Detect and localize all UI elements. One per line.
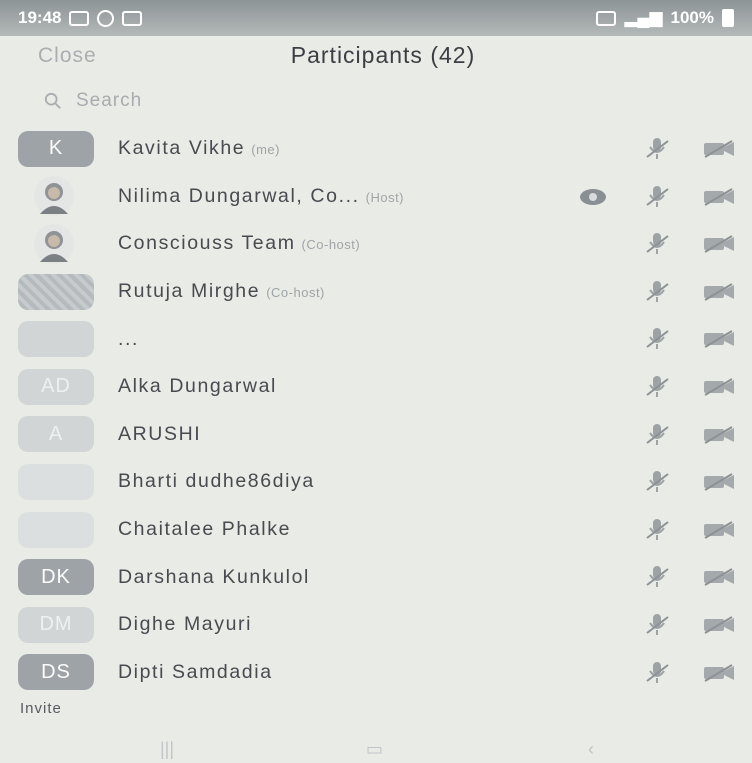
participant-name-text: Kavita Vikhe bbox=[118, 137, 246, 160]
participant-name: Chaitalee Phalke bbox=[118, 518, 291, 541]
participant-name-text: Consciouss Team bbox=[118, 232, 296, 255]
participant-row[interactable]: DM Dighe Mayuri bbox=[0, 601, 752, 649]
mic-muted-icon[interactable] bbox=[644, 611, 670, 637]
participant-name-text: Dipti Samdadia bbox=[118, 660, 273, 683]
participant-name-text: Dighe Mayuri bbox=[118, 613, 253, 636]
participant-row[interactable]: AD Alka Dungarwal bbox=[0, 363, 752, 411]
participant-name: Alka Dungarwal bbox=[118, 375, 277, 398]
mic-muted-icon[interactable] bbox=[644, 135, 670, 161]
participant-name: ARUSHI bbox=[118, 423, 201, 446]
video-off-icon[interactable] bbox=[702, 567, 736, 587]
video-off-icon[interactable] bbox=[702, 377, 736, 397]
mic-muted-icon[interactable] bbox=[644, 421, 670, 447]
mic-muted-icon[interactable] bbox=[644, 563, 670, 589]
participant-row[interactable]: ... bbox=[0, 315, 752, 363]
video-off-icon[interactable] bbox=[702, 425, 736, 445]
participant-row[interactable]: DS Dipti Samdadia bbox=[0, 649, 752, 697]
video-off-icon[interactable] bbox=[702, 329, 736, 349]
participant-name: Bharti dudhe86diya bbox=[118, 470, 315, 493]
participant-role-tag: (Host) bbox=[365, 189, 405, 205]
avatar bbox=[18, 273, 94, 310]
participant-name-text: ... bbox=[118, 327, 140, 350]
page-title: Participants (42) bbox=[290, 42, 476, 68]
participant-name: ... bbox=[118, 328, 139, 351]
status-time: 19:48 bbox=[18, 8, 62, 27]
participant-name-text: Bharti dudhe86diya bbox=[118, 470, 315, 493]
participants-header: Close Participants (42) bbox=[0, 36, 752, 80]
video-off-icon[interactable] bbox=[702, 520, 736, 540]
avatar: DM bbox=[18, 606, 94, 643]
participant-role-tag: (me) bbox=[251, 142, 280, 158]
avatar: DK bbox=[18, 559, 94, 596]
video-off-icon[interactable] bbox=[702, 282, 736, 302]
avatar-photo bbox=[34, 176, 74, 217]
participant-name-text: Chaitalee Phalke bbox=[118, 518, 292, 541]
video-off-icon[interactable] bbox=[702, 234, 736, 254]
participant-row[interactable]: K Kavita Vikhe (me) bbox=[0, 125, 752, 173]
recent-apps-button[interactable]: ||| bbox=[160, 739, 174, 760]
battery-icon bbox=[722, 9, 734, 27]
mic-muted-icon[interactable] bbox=[644, 659, 670, 685]
participant-name-text: Darshana Kunkulol bbox=[118, 565, 310, 588]
mic-muted-icon[interactable] bbox=[644, 468, 670, 494]
participant-name-text: ARUSHI bbox=[118, 422, 202, 445]
whatsapp-icon bbox=[97, 9, 115, 27]
avatar-photo bbox=[34, 223, 74, 264]
search-icon bbox=[44, 92, 61, 109]
participant-row[interactable]: Rutuja Mirghe (Co-host) bbox=[0, 268, 752, 316]
participant-row[interactable]: A ARUSHI bbox=[0, 411, 752, 459]
participant-role-tag: (Co-host) bbox=[301, 237, 361, 253]
status-bar: 19:48 ▂▄▆ 100% bbox=[0, 0, 752, 36]
participant-role-tag: (Co-host) bbox=[266, 285, 325, 301]
back-button[interactable]: ‹ bbox=[588, 739, 594, 760]
participant-name: Rutuja Mirghe (Co-host) bbox=[118, 280, 325, 303]
video-off-icon[interactable] bbox=[702, 187, 736, 207]
mic-muted-icon[interactable] bbox=[644, 516, 670, 542]
participant-row[interactable]: Bharti dudhe86diya bbox=[0, 458, 752, 506]
status-bar-right: ▂▄▆ 100% bbox=[596, 8, 734, 28]
video-off-icon[interactable] bbox=[702, 472, 736, 492]
battery-level: 100% bbox=[670, 8, 714, 27]
avatar: K bbox=[18, 130, 94, 167]
gallery-icon bbox=[122, 10, 143, 26]
status-bar-left: 19:48 bbox=[18, 8, 143, 28]
mic-muted-icon[interactable] bbox=[644, 278, 670, 304]
avatar bbox=[18, 321, 94, 358]
participant-row[interactable]: DK Darshana Kunkulol bbox=[0, 553, 752, 601]
avatar bbox=[18, 463, 94, 500]
participant-name: Kavita Vikhe (me) bbox=[118, 137, 280, 160]
mic-muted-icon[interactable] bbox=[644, 183, 670, 209]
participant-name: Dighe Mayuri bbox=[118, 613, 252, 636]
participant-name: Nilima Dungarwal, Co... (Host) bbox=[118, 185, 404, 208]
alarm-icon bbox=[596, 10, 617, 26]
participant-list: K Kavita Vikhe (me) Nilima Dungarwal, Co...… bbox=[0, 125, 752, 696]
avatar: DS bbox=[18, 654, 94, 691]
screen-share-icon bbox=[578, 187, 608, 207]
participant-name-text: Alka Dungarwal bbox=[118, 375, 277, 398]
participant-row[interactable]: Nilima Dungarwal, Co... (Host) bbox=[0, 173, 752, 221]
avatar: AD bbox=[18, 368, 94, 405]
participant-name: Darshana Kunkulol bbox=[118, 566, 310, 589]
search-input[interactable]: Search bbox=[44, 86, 142, 116]
invite-button[interactable]: Invite bbox=[20, 700, 62, 717]
video-off-icon[interactable] bbox=[702, 139, 736, 159]
mic-muted-icon[interactable] bbox=[644, 325, 670, 351]
mic-muted-icon[interactable] bbox=[644, 230, 670, 256]
avatar: A bbox=[18, 416, 94, 453]
participant-row[interactable]: Chaitalee Phalke bbox=[0, 506, 752, 554]
participant-row[interactable]: Consciouss Team (Co-host) bbox=[0, 220, 752, 268]
search-placeholder: Search bbox=[76, 90, 143, 111]
message-icon bbox=[69, 10, 90, 26]
participant-name-text: Rutuja Mirghe bbox=[118, 280, 261, 303]
avatar bbox=[18, 511, 94, 548]
android-nav-bar: ||| ▭ ‹ bbox=[0, 735, 752, 763]
signal-icon: ▂▄▆ bbox=[624, 8, 663, 27]
video-off-icon[interactable] bbox=[702, 615, 736, 635]
participant-name-text: Nilima Dungarwal, Co... bbox=[118, 184, 360, 207]
video-off-icon[interactable] bbox=[702, 663, 736, 683]
participant-name: Dipti Samdadia bbox=[118, 661, 273, 684]
mic-muted-icon[interactable] bbox=[644, 373, 670, 399]
home-button[interactable]: ▭ bbox=[366, 739, 383, 760]
participant-name: Consciouss Team (Co-host) bbox=[118, 232, 360, 255]
